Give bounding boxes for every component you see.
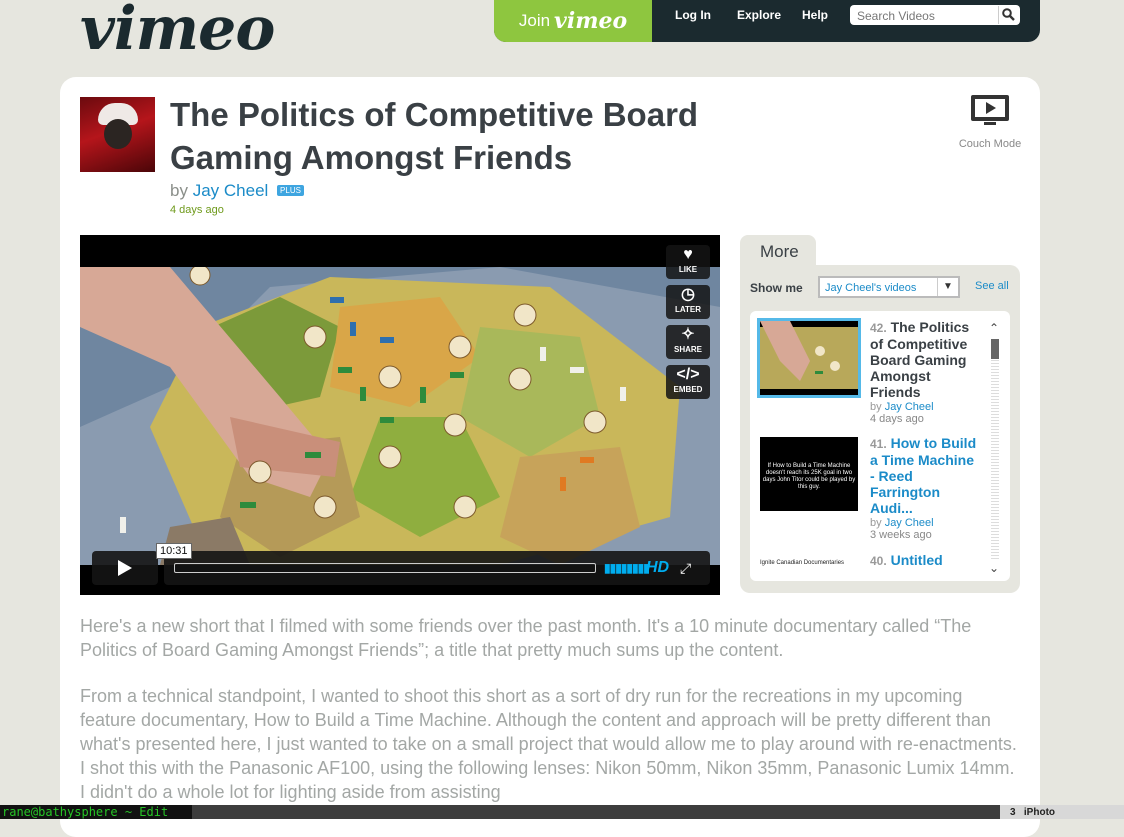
iphoto-number: 3 [1010, 807, 1016, 818]
video-byline: by Jay Cheel [870, 517, 934, 529]
share-label: SHARE [673, 345, 702, 354]
list-scrollbar[interactable]: ⌃ ⌄ [988, 321, 1002, 575]
fullscreen-icon[interactable]: ⤢ [680, 560, 691, 577]
video-byline: by Jay Cheel [870, 401, 934, 413]
posted-time: 4 days ago [170, 204, 224, 216]
video-meta: 41. How to Build a Time Machine - Reed F… [870, 435, 980, 541]
progress-bar[interactable] [174, 563, 596, 573]
iphoto-window-tab[interactable]: 3 iPhoto [1000, 805, 1124, 819]
see-all-link[interactable]: See all [975, 280, 1009, 292]
byline: by Jay Cheel PLUS [170, 181, 304, 201]
video-thumbnail[interactable] [757, 318, 861, 398]
select-value: Jay Cheel's videos [825, 282, 917, 294]
scroll-thumb[interactable] [991, 339, 999, 359]
join-vimeo-button[interactable]: Join vimeo [494, 0, 652, 42]
scroll-up-icon[interactable]: ⌃ [989, 321, 999, 335]
video-meta: 42. The Politics of Competitive Board Ga… [870, 319, 980, 425]
search-placeholder: Search Videos [857, 9, 935, 23]
author-avatar[interactable] [80, 97, 155, 172]
vimeo-logo[interactable]: vimeo [80, 0, 275, 64]
heart-icon: ♥ [683, 246, 693, 263]
nav-log-in[interactable]: Log In [675, 8, 711, 22]
description-paragraph: From a technical standpoint, I wanted to… [80, 686, 1017, 802]
by-label: by [170, 181, 188, 200]
video-title-link[interactable]: 42. The Politics of Competitive Board Ga… [870, 319, 980, 400]
description-paragraph: Here's a new short that I filmed with so… [80, 616, 972, 660]
tv-icon [971, 95, 1009, 125]
video-description: Here's a new short that I filmed with so… [80, 614, 1020, 826]
video-title: The Politics of Competitive Board Gaming… [170, 96, 699, 176]
chevron-down-icon: ▼ [937, 278, 958, 296]
author-link[interactable]: Jay Cheel [193, 181, 269, 200]
video-frame-board-game [80, 267, 720, 565]
join-brand-label: vimeo [554, 8, 628, 34]
embed-button[interactable]: </> EMBED [666, 365, 710, 399]
search-icon[interactable] [998, 6, 1017, 24]
video-page-card: The Politics of Competitive Board Gaming… [60, 77, 1040, 837]
terminal-window-tab[interactable]: rane@bathysphere ~ Edit [0, 805, 192, 819]
video-thumbnail[interactable]: Ignite Canadian Documentaries [760, 554, 858, 581]
volume-icon[interactable]: ▮▮▮▮▮▮▮▮ [604, 561, 650, 575]
author-link[interactable]: Jay Cheel [885, 517, 934, 529]
video-thumbnail[interactable]: If How to Build a Time Machine doesn't r… [760, 437, 858, 511]
play-button[interactable] [92, 551, 158, 585]
video-title-link[interactable]: 40. Untitled [870, 552, 980, 569]
more-panel: Show me Jay Cheel's videos ▼ See all 42.… [740, 265, 1020, 593]
os-taskbar: rane@bathysphere ~ Edit 3 iPhoto [0, 805, 1124, 819]
video-meta: 40. Untitled [870, 552, 980, 569]
embed-icon: </> [676, 366, 700, 383]
share-icon: ✧ [681, 326, 695, 343]
top-nav-bar: Join vimeo Log In Explore Help Search Vi… [494, 0, 1040, 42]
nav-explore[interactable]: Explore [737, 8, 781, 22]
plus-badge: PLUS [277, 185, 304, 196]
play-icon [118, 560, 132, 576]
hd-toggle[interactable]: HD [646, 559, 669, 577]
iphoto-label: iPhoto [1023, 807, 1056, 818]
search-input[interactable]: Search Videos [850, 5, 1020, 25]
like-label: LIKE [678, 265, 698, 274]
like-button[interactable]: ♥ LIKE [666, 245, 710, 279]
scroll-track[interactable] [991, 339, 999, 561]
related-videos-list: 42. The Politics of Competitive Board Ga… [750, 311, 1010, 581]
video-source-select[interactable]: Jay Cheel's videos ▼ [818, 276, 960, 298]
couch-mode-label: Couch Mode [958, 138, 1022, 150]
video-title-link[interactable]: 41. How to Build a Time Machine - Reed F… [870, 435, 980, 516]
video-player[interactable]: ♥ LIKE ◷ LATER ✧ SHARE </> EMBED ▮▮▮▮▮▮▮… [80, 235, 720, 595]
player-controls: ▮▮▮▮▮▮▮▮ HD ⤢ [164, 551, 710, 585]
later-label: LATER [674, 305, 702, 314]
tab-more[interactable]: More [740, 235, 816, 267]
nav-help[interactable]: Help [802, 8, 828, 22]
timecode: 10:31 [156, 543, 192, 559]
video-age: 4 days ago [870, 413, 924, 425]
join-label: Join [518, 11, 551, 30]
show-me-label: Show me [750, 281, 803, 295]
couch-mode-button[interactable]: Couch Mode [958, 93, 1022, 150]
share-button[interactable]: ✧ SHARE [666, 325, 710, 359]
later-button[interactable]: ◷ LATER [666, 285, 710, 319]
embed-label: EMBED [673, 385, 703, 394]
clock-icon: ◷ [681, 286, 695, 303]
scroll-down-icon[interactable]: ⌄ [989, 561, 999, 575]
author-link[interactable]: Jay Cheel [885, 401, 934, 413]
video-age: 3 weeks ago [870, 529, 932, 541]
